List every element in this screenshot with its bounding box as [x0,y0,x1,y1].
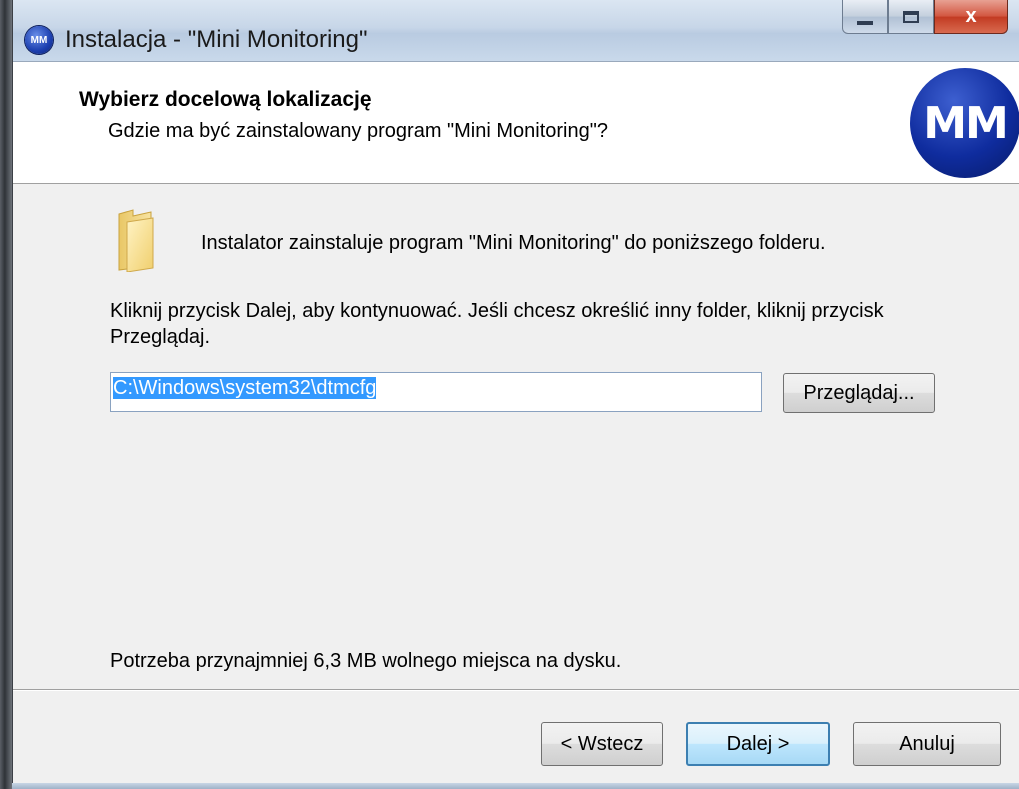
app-icon: MM [25,26,53,54]
folder-icon [118,209,154,272]
cancel-button[interactable]: Anuluj [853,722,1001,766]
wizard-content: Instalator zainstaluje program "Mini Mon… [13,184,1019,689]
close-icon: x [965,5,977,27]
mini-monitoring-logo: MM [910,68,1019,178]
page-subtitle: Gdzie ma być zainstalowany program "Mini… [108,120,608,142]
install-path-input[interactable]: C:\Windows\system32\dtmcfg [110,372,762,412]
intro-text: Instalator zainstaluje program "Mini Mon… [201,232,826,254]
next-button[interactable]: Dalej > [686,722,830,766]
disk-space-text: Potrzeba przynajmniej 6,3 MB wolnego mie… [110,650,622,672]
wizard-header: Wybierz docelową lokalizację Gdzie ma by… [13,62,1019,184]
minimize-icon [857,20,873,25]
back-button[interactable]: < Wstecz [541,722,663,766]
browse-button[interactable]: Przeglądaj... [783,373,935,413]
close-button[interactable]: x [934,0,1008,34]
instruction-text: Kliknij przycisk Dalej, aby kontynuować.… [110,300,884,348]
maximize-button[interactable] [888,0,934,34]
window-title: Instalacja - "Mini Monitoring" [65,26,368,53]
minimize-button[interactable] [842,0,888,34]
caption-buttons: x [842,0,1008,36]
screen: MM Instalacja - "Mini Monitoring" x Wybi… [0,0,1019,789]
wizard-footer: < Wstecz Dalej > Anuluj [13,689,1019,789]
window-bottom-border [12,783,1019,789]
footer-divider [13,690,1019,691]
install-path-value: C:\Windows\system32\dtmcfg [113,377,377,399]
desktop-edge [0,0,12,789]
installer-window: MM Instalacja - "Mini Monitoring" x Wybi… [12,0,1019,789]
title-bar[interactable]: MM Instalacja - "Mini Monitoring" x [13,0,1019,62]
page-title: Wybierz docelową lokalizację [79,88,372,111]
maximize-icon [903,10,919,23]
